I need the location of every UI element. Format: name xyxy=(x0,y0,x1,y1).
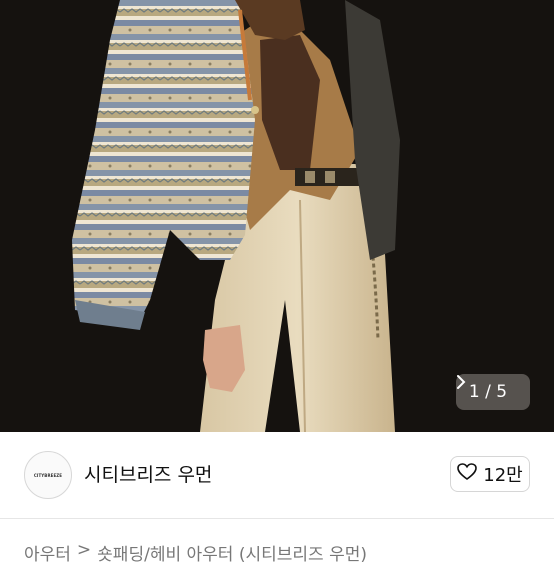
shop-logo-text: CITYBREEZE xyxy=(33,472,63,478)
breadcrumb-separator: > xyxy=(76,540,92,560)
product-image[interactable]: 1 / 5 xyxy=(0,0,554,432)
product-photo-illustration xyxy=(0,0,554,432)
breadcrumb-item[interactable]: 숏패딩/헤비 아우터 (시티브리즈 우먼) xyxy=(97,540,367,565)
breadcrumb: 아우터 > 숏패딩/헤비 아우터 (시티브리즈 우먼) xyxy=(24,540,367,565)
image-page-current: 1 xyxy=(468,382,480,402)
image-page-total: 5 xyxy=(496,382,508,402)
shop-name[interactable]: 시티브리즈 우먼 xyxy=(84,460,212,487)
heart-icon xyxy=(457,462,478,486)
shop-logo[interactable]: CITYBREEZE xyxy=(24,451,72,499)
breadcrumb-item[interactable]: 아우터 xyxy=(24,540,71,565)
like-button[interactable]: 12만 xyxy=(450,456,530,492)
image-page-indicator[interactable]: 1 / 5 xyxy=(456,374,530,410)
shop-info-row: CITYBREEZE 시티브리즈 우먼 12만 xyxy=(0,432,554,519)
like-count: 12만 xyxy=(483,465,523,486)
image-page-separator: / xyxy=(485,382,491,402)
